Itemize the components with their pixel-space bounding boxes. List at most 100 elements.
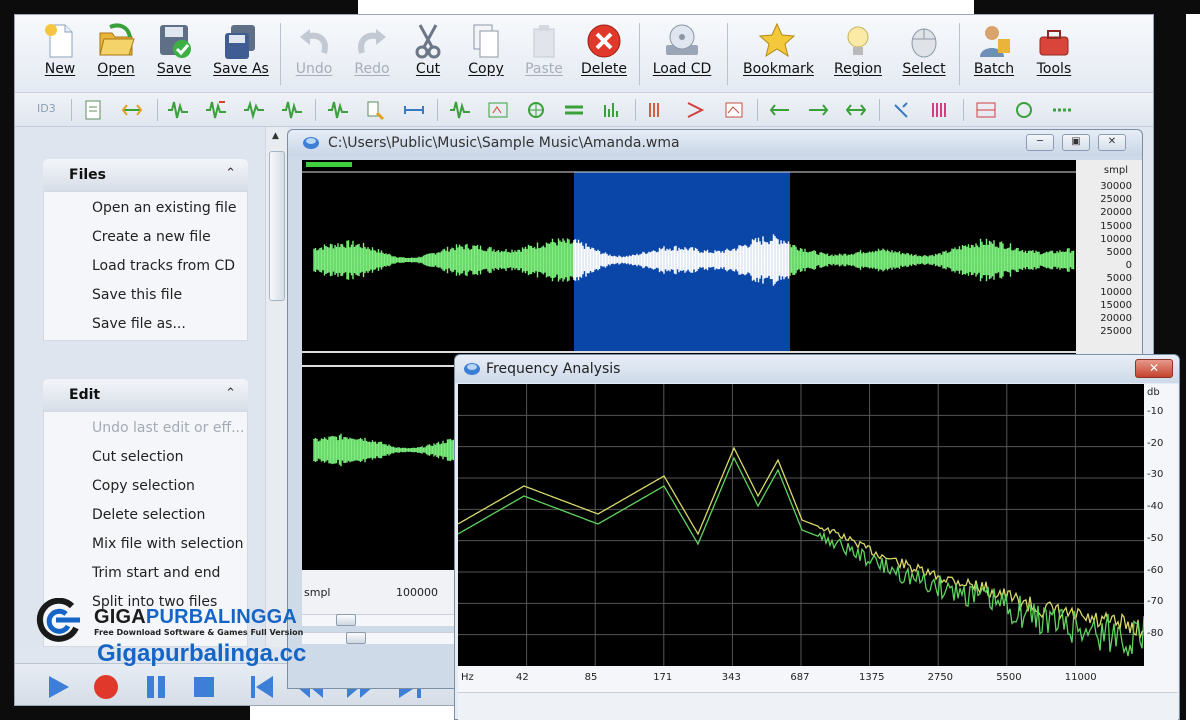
equalizer-icon[interactable] — [601, 99, 623, 121]
pause-icon[interactable] — [141, 672, 171, 702]
cut-button[interactable]: Cut — [397, 19, 459, 91]
record-icon[interactable] — [91, 672, 121, 702]
play-selection-icon[interactable] — [1051, 99, 1073, 121]
normalize-icon[interactable] — [205, 99, 227, 121]
close-button[interactable]: ✕ — [1135, 359, 1173, 378]
close-button[interactable]: ✕ — [1098, 134, 1126, 151]
id3-button[interactable]: ID3 — [37, 102, 56, 115]
paste-button[interactable]: Paste — [513, 19, 575, 91]
hz-axis: Hz 42 85 171 343 687 1375 2750 5500 11000 — [458, 666, 1178, 692]
noise-reduction-icon[interactable] — [563, 99, 585, 121]
frequency-analysis-window: Frequency Analysis ✕ db -10 -20 -30 -40 -50-… — [454, 354, 1180, 720]
minimize-button[interactable]: ─ — [1026, 134, 1054, 151]
stretch-icon[interactable] — [403, 99, 425, 121]
bookmark-button[interactable]: Bookmark — [743, 19, 814, 91]
channel-icon[interactable] — [845, 99, 867, 121]
file-info-icon[interactable] — [83, 99, 105, 121]
convert-icon[interactable] — [121, 99, 143, 121]
spectrum-graph[interactable] — [457, 384, 1145, 666]
toolbar-separator — [879, 99, 880, 121]
scrollbar-thumb[interactable] — [269, 151, 285, 301]
tools-button[interactable]: Tools — [1023, 19, 1085, 91]
main-toolbar: New Open Save Save As Undo Redo Cut Copy… — [15, 15, 1153, 93]
vst-icon[interactable] — [975, 99, 997, 121]
amplify-icon[interactable] — [167, 99, 189, 121]
task-save-this-file[interactable]: Save this file — [44, 281, 247, 310]
db-label: -30 — [1147, 469, 1164, 481]
effects-toolbar: ID3 — [15, 93, 1153, 127]
waveform-title-bar[interactable]: C:\Users\Public\Music\Sample Music\Amand… — [288, 130, 1142, 156]
toolbar-separator — [727, 23, 728, 85]
new-button[interactable]: New — [29, 19, 91, 91]
toolbar-separator — [437, 99, 438, 121]
edit-group-header[interactable]: Edit ⌃ — [43, 379, 248, 411]
fade-in-icon[interactable] — [243, 99, 265, 121]
frequency-spectrum-plot[interactable] — [457, 384, 1145, 666]
scissors-icon — [415, 24, 441, 59]
task-pane-scrollbar[interactable]: ▲ — [265, 127, 287, 647]
fade-out-icon[interactable] — [281, 99, 303, 121]
compressor-icon[interactable] — [685, 99, 707, 121]
save-as-button[interactable]: Save As — [208, 19, 274, 91]
task-mix-file-with-selection[interactable]: Mix file with selection — [44, 530, 247, 559]
load-cd-button[interactable]: Load CD — [651, 19, 713, 91]
task-cut-selection[interactable]: Cut selection — [44, 443, 247, 472]
zoom-slider-thumb[interactable] — [336, 614, 356, 626]
task-load-tracks-from-cd[interactable]: Load tracks from CD — [44, 252, 247, 281]
copy-icon — [473, 24, 499, 58]
hz-label: 687 — [790, 672, 810, 683]
task-delete-selection[interactable]: Delete selection — [44, 501, 247, 530]
amplitude-scale-label: 15000 — [1100, 299, 1132, 311]
db-scale: db -10 -20 -30 -40 -50 -60 -70 -80 — [1144, 384, 1178, 666]
play-icon[interactable] — [43, 672, 73, 702]
undo-icon — [300, 29, 328, 54]
dx-effect-icon[interactable] — [1013, 99, 1035, 121]
batch-button[interactable]: Batch — [963, 19, 1025, 91]
insert-silence-icon[interactable] — [365, 99, 387, 121]
undo-button[interactable]: Undo — [283, 19, 345, 91]
go-start-icon[interactable] — [247, 672, 277, 702]
save-button[interactable]: Save — [143, 19, 205, 91]
restore-button[interactable]: ▣ — [1062, 134, 1090, 151]
resample-icon[interactable] — [891, 99, 913, 121]
frequency-analysis-title-bar[interactable]: Frequency Analysis ✕ — [455, 355, 1179, 383]
region-button[interactable]: Region — [827, 19, 889, 91]
zoom-slider-thumb[interactable] — [346, 632, 366, 644]
chorus-icon[interactable] — [647, 99, 669, 121]
db-label: -20 — [1147, 437, 1164, 449]
collapse-chevron-icon[interactable]: ⌃ — [225, 386, 236, 401]
echo-icon[interactable] — [487, 99, 509, 121]
scroll-up-arrow-icon[interactable]: ▲ — [272, 131, 279, 141]
redo-button[interactable]: Redo — [341, 19, 403, 91]
hz-label: 85 — [584, 672, 598, 683]
task-create-new-file[interactable]: Create a new file — [44, 223, 247, 252]
task-copy-selection[interactable]: Copy selection — [44, 472, 247, 501]
mix-left-icon[interactable] — [769, 99, 791, 121]
pitch-icon[interactable] — [525, 99, 547, 121]
delete-button[interactable]: Delete — [573, 19, 635, 91]
spectrum-bars-icon[interactable] — [929, 99, 951, 121]
task-open-existing-file[interactable]: Open an existing file — [44, 194, 247, 223]
db-label: -50 — [1147, 532, 1164, 544]
collapse-chevron-icon[interactable]: ⌃ — [225, 166, 236, 181]
toolbar-separator — [280, 23, 281, 85]
amplitude-scale-label: 30000 — [1100, 181, 1132, 192]
envelope-icon[interactable] — [723, 99, 745, 121]
open-button[interactable]: Open — [85, 19, 147, 91]
reverse-icon[interactable] — [449, 99, 471, 121]
task-trim-start-and-end[interactable]: Trim start and end — [44, 559, 247, 588]
task-pane: Files ⌃ Open an existing file Create a n… — [15, 127, 265, 647]
task-undo-last-edit[interactable]: Undo last edit or eff... — [44, 414, 247, 443]
task-save-file-as[interactable]: Save file as... — [44, 310, 247, 339]
batch-user-icon — [980, 26, 1010, 57]
stop-icon[interactable] — [189, 672, 219, 702]
copy-button[interactable]: Copy — [455, 19, 517, 91]
amplitude-scale-label: 5000 — [1106, 273, 1132, 285]
db-label: -70 — [1147, 596, 1164, 608]
hz-label: 11000 — [1064, 672, 1097, 683]
silence-icon[interactable] — [327, 99, 349, 121]
hz-label: 1375 — [859, 672, 885, 683]
mix-right-icon[interactable] — [807, 99, 829, 121]
files-group-header[interactable]: Files ⌃ — [43, 159, 248, 191]
select-button[interactable]: Select — [893, 19, 955, 91]
